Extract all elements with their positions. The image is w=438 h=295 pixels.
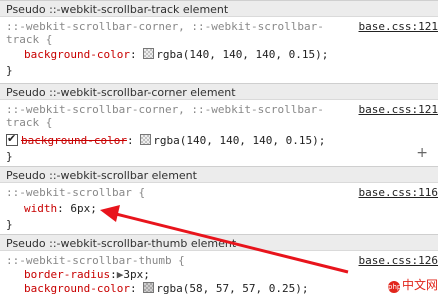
color-swatch-fill [144, 283, 154, 292]
source-link[interactable]: base.css:116 [359, 186, 438, 199]
selector-line[interactable]: track { [6, 116, 52, 129]
style-declaration[interactable]: background-color: rgba(58, 57, 57, 0.25)… [24, 282, 309, 295]
source-link[interactable]: base.css:121 [359, 20, 438, 33]
add-rule-plus-icon[interactable]: + [416, 145, 428, 161]
php-watermark-logo: php中文网 [388, 276, 438, 293]
color-swatch-fill [144, 49, 154, 58]
selector-line[interactable]: ::-webkit-scrollbar-corner, ::-webkit-sc… [6, 103, 324, 116]
selector-line[interactable]: ::-webkit-scrollbar { [6, 186, 145, 199]
section-header-scrollbar: Pseudo ::-webkit-scrollbar element [0, 166, 438, 183]
source-link[interactable]: base.css:121 [359, 103, 438, 116]
arrow-head [100, 205, 120, 222]
property-name[interactable]: border-radius [24, 268, 110, 281]
section-header-scrollbar-corner: Pseudo ::-webkit-scrollbar-corner elemen… [0, 83, 438, 100]
selector-line[interactable]: ::-webkit-scrollbar-corner, ::-webkit-sc… [6, 20, 324, 33]
style-declaration[interactable]: ✔ background-color: rgba(140, 140, 140, 0… [6, 132, 325, 147]
check-icon: ✔ [7, 132, 17, 145]
property-name[interactable]: background-color [24, 282, 130, 295]
property-name[interactable]: background-color [24, 48, 130, 61]
style-declaration[interactable]: width: 6px; [24, 202, 97, 215]
color-swatch-fill [141, 135, 151, 144]
color-swatch[interactable] [143, 48, 155, 59]
property-name[interactable]: background-color [21, 134, 127, 147]
property-value[interactable]: 6px; [70, 202, 97, 215]
logo-mark: php [388, 281, 402, 293]
declaration-checkbox[interactable]: ✔ [6, 132, 18, 146]
source-link[interactable]: base.css:126 [359, 254, 438, 267]
rule-close-brace: } [6, 218, 13, 231]
logo-text: 中文网 [402, 278, 438, 292]
style-declaration[interactable]: border-radius:▶3px; [24, 268, 150, 281]
property-name[interactable]: width [24, 202, 57, 215]
rule-close-brace: } [6, 150, 13, 163]
selector-line[interactable]: track { [6, 33, 52, 46]
property-value[interactable]: rgba(58, 57, 57, 0.25); [156, 282, 308, 295]
style-declaration[interactable]: background-color: rgba(140, 140, 140, 0.… [24, 48, 328, 61]
section-header-scrollbar-thumb: Pseudo ::-webkit-scrollbar-thumb element [0, 234, 438, 251]
section-header-scrollbar-track: Pseudo ::-webkit-scrollbar-track element [0, 0, 438, 17]
property-value[interactable]: rgba(140, 140, 140, 0.15); [156, 48, 328, 61]
rule-close-brace: } [6, 64, 13, 77]
property-value[interactable]: 3px; [123, 268, 150, 281]
selector-line[interactable]: ::-webkit-scrollbar-thumb { [6, 254, 185, 267]
property-value[interactable]: rgba(140, 140, 140, 0.15); [153, 134, 325, 147]
color-swatch[interactable] [140, 134, 152, 145]
color-swatch[interactable] [143, 282, 155, 293]
